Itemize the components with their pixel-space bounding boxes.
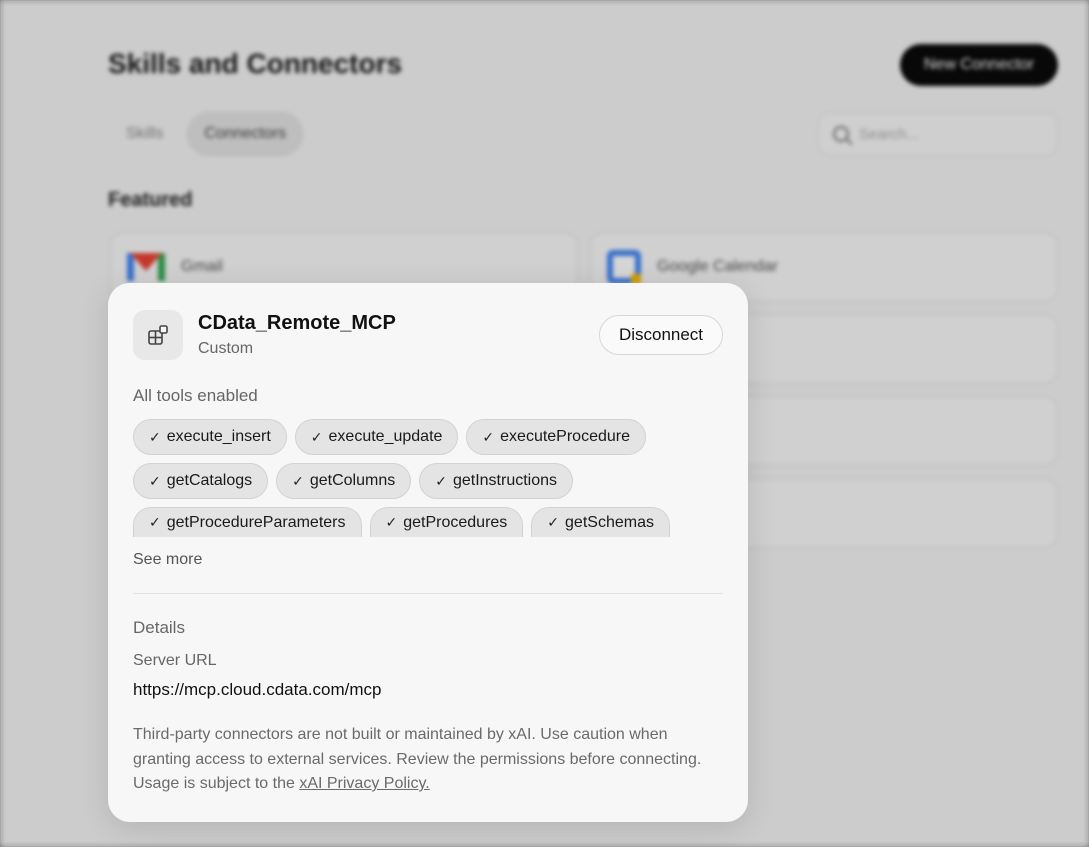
divider (133, 593, 723, 594)
connector-blocks-icon (133, 310, 183, 360)
check-icon: ✓ (149, 428, 161, 445)
check-icon: ✓ (435, 472, 447, 489)
connector-type: Custom (198, 340, 254, 357)
check-icon: ✓ (292, 472, 304, 489)
tool-chip[interactable]: ✓ executeProcedure (466, 419, 646, 455)
tool-chip-row: ✓ getCatalogs ✓ getColumns ✓ getInstruction… (133, 463, 713, 499)
tool-chip[interactable]: ✓ getSchemas (531, 507, 670, 537)
disconnect-button[interactable]: Disconnect (599, 315, 723, 355)
connector-name: CData_Remote_MCP (198, 312, 396, 334)
check-icon: ✓ (149, 514, 161, 530)
tool-chip-row: ✓ getProcedureParameters ✓ getProcedures ✓… (133, 507, 713, 537)
privacy-policy-link[interactable]: xAI Privacy Policy. (299, 775, 429, 792)
tool-chip[interactable]: ✓ execute_insert (133, 419, 287, 455)
server-url-label: Server URL (133, 652, 217, 669)
tool-chip[interactable]: ✓ getInstructions (419, 463, 574, 499)
check-icon: ✓ (310, 428, 323, 445)
check-icon: ✓ (547, 514, 560, 530)
tool-chip[interactable]: ✓ getColumns (276, 463, 412, 499)
see-more-link[interactable]: See more (133, 551, 202, 569)
tool-chip-list: ✓ execute_insert ✓ execute_update ✓ execute… (133, 419, 713, 545)
third-party-disclaimer: Third-party connectors are not built or … (133, 726, 702, 792)
server-url-value: https://mcp.cloud.cdata.com/mcp (133, 680, 382, 699)
check-icon: ✓ (149, 472, 161, 489)
check-icon: ✓ (385, 514, 398, 530)
tool-chip[interactable]: ✓ getProcedureParameters (133, 507, 362, 537)
tool-chip[interactable]: ✓ getCatalogs (133, 463, 269, 499)
tool-chip[interactable]: ✓ execute_update (294, 419, 459, 455)
check-icon: ✓ (482, 428, 495, 445)
tools-status-label: All tools enabled (133, 386, 258, 405)
tool-chip[interactable]: ✓ getProcedures (369, 507, 524, 537)
connector-detail-modal: CData_Remote_MCP Custom Disconnect All t… (108, 283, 748, 822)
details-heading: Details (133, 618, 185, 637)
tool-chip-row: ✓ execute_insert ✓ execute_update ✓ execute… (133, 419, 713, 455)
